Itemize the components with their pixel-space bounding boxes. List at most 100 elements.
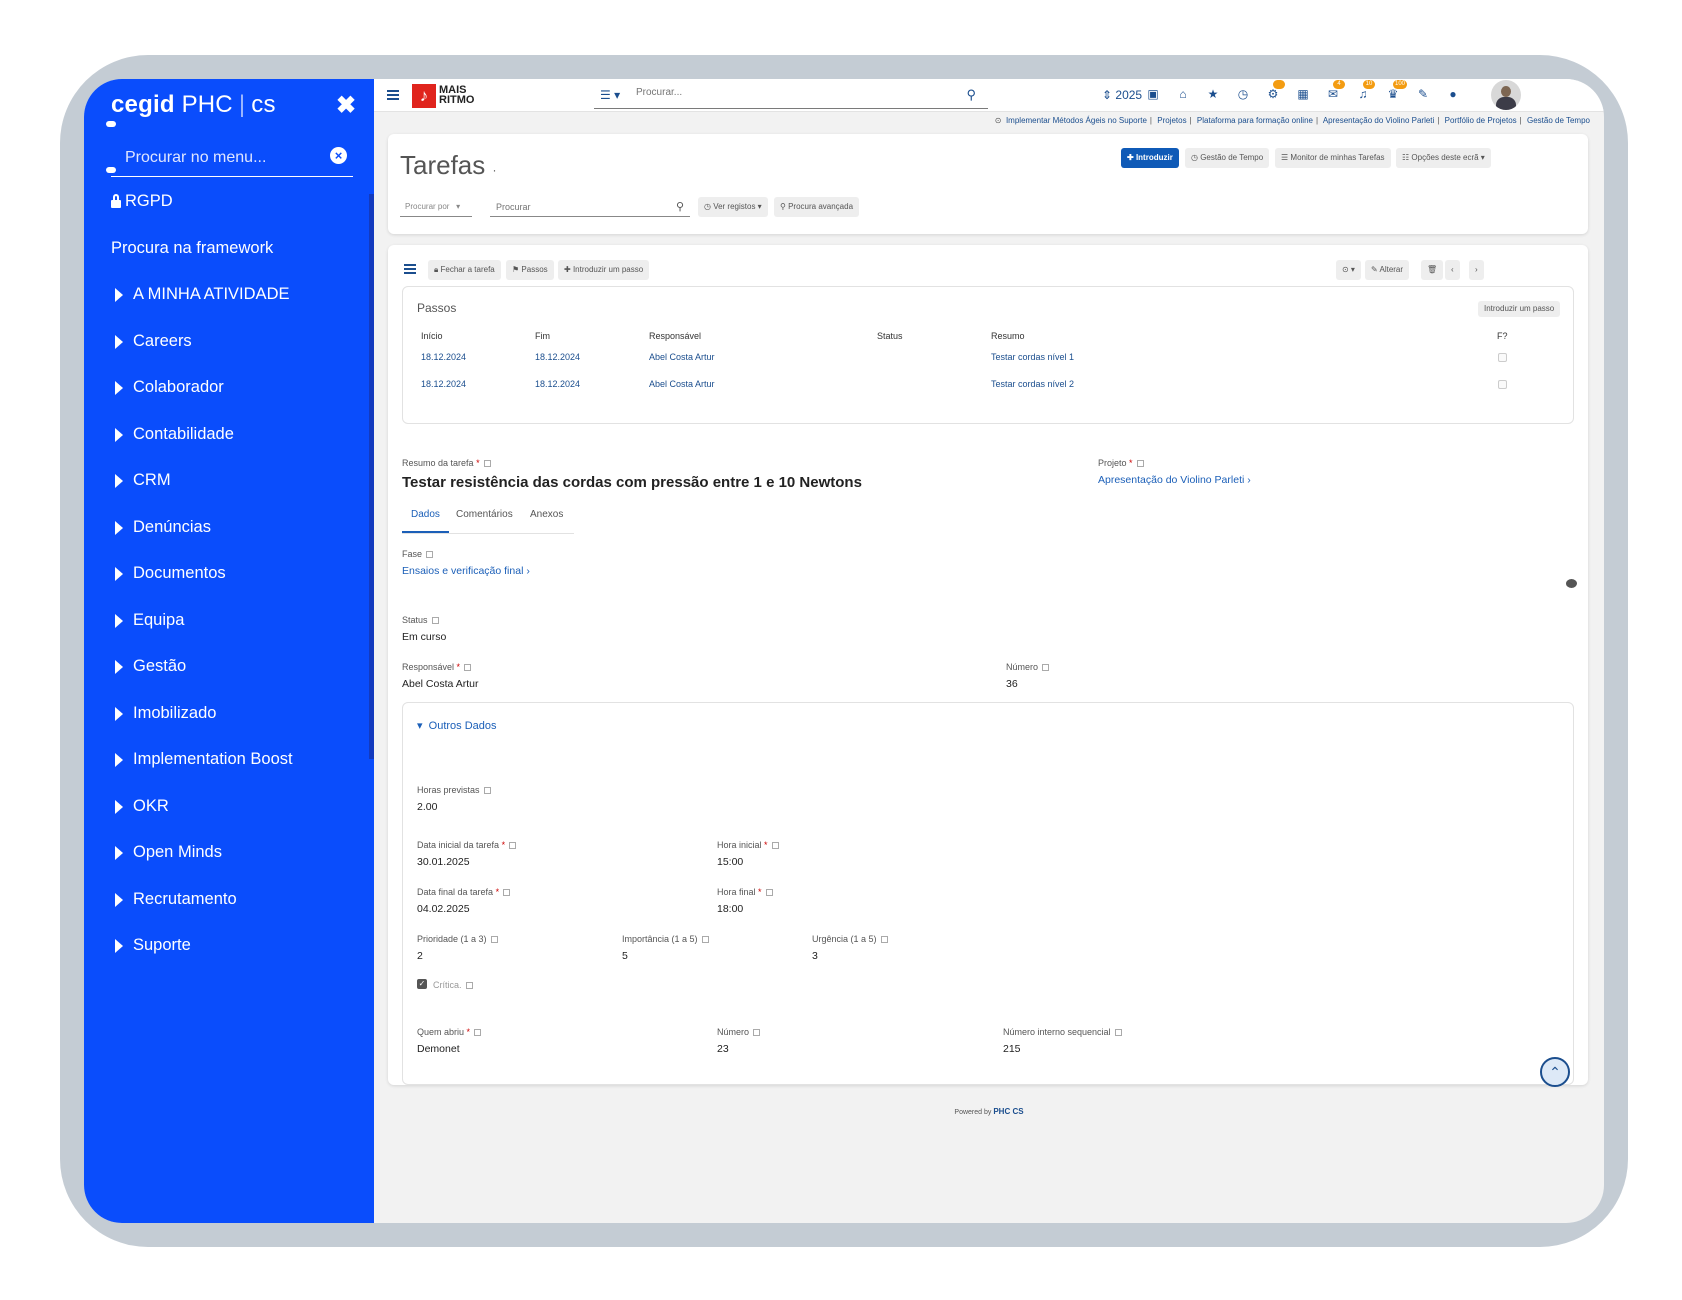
clear-search-icon[interactable]: × — [330, 147, 347, 164]
sidebar-item-gestao[interactable]: Gestão — [111, 657, 186, 676]
table-cell[interactable]: 18.12.2024 — [421, 379, 466, 389]
search-icon[interactable]: ⚲ — [966, 87, 976, 103]
sidebar-item-label: Careers — [133, 332, 192, 350]
tab-comentarios[interactable]: Comentários — [450, 509, 519, 533]
search-icon[interactable]: ⚲ — [676, 200, 684, 213]
info-icon: ⊙ — [994, 116, 1002, 125]
table-cell[interactable]: Testar cordas nível 1 — [991, 352, 1074, 362]
sidebar-item-equipa[interactable]: Equipa — [111, 611, 184, 630]
breadcrumb-link[interactable]: Projetos — [1157, 116, 1186, 125]
sidebar-item-denuncias[interactable]: Denúncias — [111, 518, 211, 537]
scroll-to-top-icon[interactable]: ⌃ — [1540, 1057, 1570, 1087]
outros-dados-panel: ▾ Outros Dados Horas previstas 2.00 Data… — [402, 702, 1574, 1085]
lightbulb-icon[interactable]: ● — [1445, 86, 1461, 102]
critica-checkbox[interactable]: ✓ — [417, 979, 427, 989]
home-icon[interactable]: ⌂ — [1175, 86, 1191, 102]
introduzir-button[interactable]: ✚ Introduzir — [1121, 148, 1179, 168]
star-icon[interactable]: ★ — [1205, 86, 1221, 102]
sidebar-item-okr[interactable]: OKR — [111, 797, 169, 816]
menu-search-input[interactable] — [111, 148, 311, 167]
sidebar-item-label: CRM — [133, 471, 171, 489]
sidebar-item-rgpd[interactable]: RGPD — [111, 192, 173, 211]
data-inicial-label: Data inicial da tarefa * — [417, 840, 517, 850]
comment-icon[interactable] — [1566, 579, 1577, 588]
menu-icon[interactable] — [404, 264, 416, 274]
caret-right-icon — [115, 845, 123, 860]
breadcrumb-link[interactable]: Gestão de Tempo — [1527, 116, 1590, 125]
sidebar: cegid PHC|cs ✖ × RGPD Procura na framewo… — [84, 79, 374, 1223]
fechar-tarefa-button[interactable]: 🔒︎ Fechar a tarefa — [428, 260, 501, 280]
tabs-divider — [402, 533, 574, 534]
outros-dados-toggle[interactable]: ▾ Outros Dados — [417, 719, 497, 732]
sidebar-item-imobilizado[interactable]: Imobilizado — [111, 704, 216, 723]
table-cell[interactable]: Abel Costa Artur — [649, 379, 715, 389]
trophy-icon[interactable]: ♛ 100 — [1385, 80, 1408, 102]
tab-anexos[interactable]: Anexos — [524, 509, 569, 533]
notification-badge: 4 — [1333, 80, 1345, 89]
global-search-input[interactable] — [636, 87, 936, 98]
year-selector[interactable]: ⇕ 2025 — [1102, 88, 1142, 102]
quem-abriu-label: Quem abriu * — [417, 1027, 482, 1037]
table-cell[interactable]: Testar cordas nível 2 — [991, 379, 1074, 389]
row-checkbox[interactable] — [1498, 380, 1507, 389]
settings-icon[interactable]: ⚙ — [1265, 80, 1285, 102]
procura-avancada-button[interactable]: ⚲ Procura avançada — [774, 197, 860, 217]
sidebar-item-open-minds[interactable]: Open Minds — [111, 843, 222, 862]
sidebar-item-label: A MINHA ATIVIDADE — [133, 285, 290, 303]
table-cell[interactable]: 18.12.2024 — [535, 352, 580, 362]
sidebar-item-procura-framework[interactable]: Procura na framework — [111, 239, 273, 258]
projeto-link[interactable]: Apresentação do Violino Parleti › — [1098, 474, 1251, 486]
record-search-input[interactable] — [490, 197, 650, 212]
sidebar-item-recrutamento[interactable]: Recrutamento — [111, 890, 237, 909]
chat-icon[interactable]: ▣ — [1145, 86, 1161, 102]
wrench-icon[interactable]: ✎ — [1415, 86, 1431, 102]
menu-icon[interactable] — [387, 90, 399, 100]
sidebar-item-minha-atividade[interactable]: A MINHA ATIVIDADE — [111, 285, 289, 304]
caret-right-icon — [115, 659, 123, 674]
close-sidebar-icon[interactable]: ✖ — [336, 91, 356, 120]
sidebar-item-contabilidade[interactable]: Contabilidade — [111, 425, 234, 444]
caret-right-icon — [115, 752, 123, 767]
introduzir-passo-button[interactable]: ✚ Introduzir um passo — [558, 260, 650, 280]
numero-interno-value: 215 — [1003, 1043, 1021, 1055]
passos-panel: Passos Introduzir um passo Início Fim Re… — [402, 286, 1574, 424]
actions-dropdown-icon[interactable]: ⊙ ▾ — [1336, 260, 1361, 280]
table-cell[interactable]: 18.12.2024 — [535, 379, 580, 389]
breadcrumb-link[interactable]: Apresentação do Violino Parleti — [1323, 116, 1434, 125]
avatar[interactable] — [1491, 80, 1521, 110]
calendar-icon[interactable]: ▦ — [1295, 86, 1311, 102]
alterar-button[interactable]: ✎ Alterar — [1365, 260, 1410, 280]
mail-icon[interactable]: ✉ 4 — [1325, 80, 1345, 102]
passos-button[interactable]: ⚑ Passos — [506, 260, 554, 280]
breadcrumb-link[interactable]: Plataforma para formação online — [1197, 116, 1313, 125]
opcoes-ecra-button[interactable]: ☷ Opções deste ecrã ▾ — [1396, 148, 1491, 168]
fase-link[interactable]: Ensaios e verificação final › — [402, 565, 530, 577]
list-menu-icon[interactable]: ☰ ▾ — [600, 88, 620, 102]
sidebar-item-careers[interactable]: Careers — [111, 332, 192, 351]
gestao-tempo-button[interactable]: ◷ Gestão de Tempo — [1185, 148, 1270, 168]
clock-icon[interactable]: ◷ — [1235, 86, 1251, 102]
sidebar-item-documentos[interactable]: Documentos — [111, 564, 226, 583]
monitor-tarefas-button[interactable]: ☰ Monitor de minhas Tarefas — [1275, 148, 1391, 168]
next-icon[interactable]: › — [1469, 260, 1484, 280]
sidebar-item-implementation-boost[interactable]: Implementation Boost — [111, 750, 293, 769]
bell-icon[interactable]: ♫ 10 — [1355, 80, 1375, 102]
breadcrumb-link[interactable]: Implementar Métodos Ágeis no Suporte — [1006, 116, 1147, 125]
sidebar-item-crm[interactable]: CRM — [111, 471, 171, 490]
sidebar-item-label: Denúncias — [133, 518, 211, 536]
introduzir-passo-small-button[interactable]: Introduzir um passo — [1478, 301, 1561, 317]
urgencia-value: 3 — [812, 950, 818, 962]
previous-icon[interactable]: ‹ — [1445, 260, 1460, 280]
caret-right-icon — [115, 892, 123, 907]
table-cell[interactable]: 18.12.2024 — [421, 352, 466, 362]
search-by-select[interactable]: Procurar por ▾ — [400, 197, 472, 217]
table-cell[interactable]: Abel Costa Artur — [649, 352, 715, 362]
tab-dados[interactable]: Dados — [402, 509, 449, 533]
sidebar-item-suporte[interactable]: Suporte — [111, 936, 191, 955]
delete-icon[interactable]: 🗑︎ — [1421, 260, 1444, 280]
breadcrumb-link[interactable]: Portfólio de Projetos — [1445, 116, 1517, 125]
row-checkbox[interactable] — [1498, 353, 1507, 362]
screen: cegid PHC|cs ✖ × RGPD Procura na framewo… — [84, 79, 1604, 1223]
sidebar-item-colaborador[interactable]: Colaborador — [111, 378, 224, 397]
ver-registos-button[interactable]: ◷ Ver registos ▾ — [698, 197, 768, 217]
